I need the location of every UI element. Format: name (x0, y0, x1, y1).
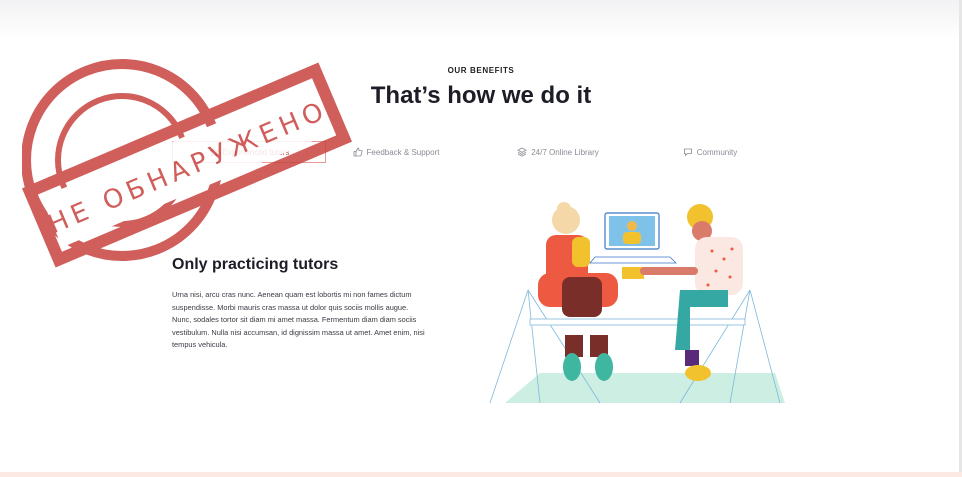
tab-label: Experienced tutors (222, 147, 290, 157)
star-icon (208, 147, 219, 157)
section-eyebrow: OUR BENEFITS (447, 66, 515, 75)
chat-icon (683, 147, 693, 157)
content-body: Urna nisi, arcu cras nunc. Aenean quam e… (172, 290, 425, 349)
tab-online-library[interactable]: 24/7 Online Library (506, 141, 610, 163)
next-section-edge (0, 472, 962, 477)
content-heading: Only practicing tutors (172, 256, 339, 273)
section-title: That’s how we do it (370, 82, 592, 109)
header-shadow (0, 0, 962, 40)
benefit-tabs: Experienced tutors Feedback & Support 24… (140, 141, 780, 163)
tab-label: Community (696, 147, 738, 157)
stamp-text: НЕ ОБНАРУЖЕНО (44, 95, 333, 240)
tab-label: 24/7 Online Library (531, 147, 599, 157)
thumbs-up-icon (353, 147, 363, 157)
tab-community[interactable]: Community (670, 141, 750, 163)
tab-experienced-tutors[interactable]: Experienced tutors (172, 141, 326, 163)
tutoring-illustration (489, 202, 785, 404)
tab-feedback-support[interactable]: Feedback & Support (346, 141, 446, 163)
tab-label: Feedback & Support (366, 147, 440, 157)
layers-icon (517, 147, 528, 157)
